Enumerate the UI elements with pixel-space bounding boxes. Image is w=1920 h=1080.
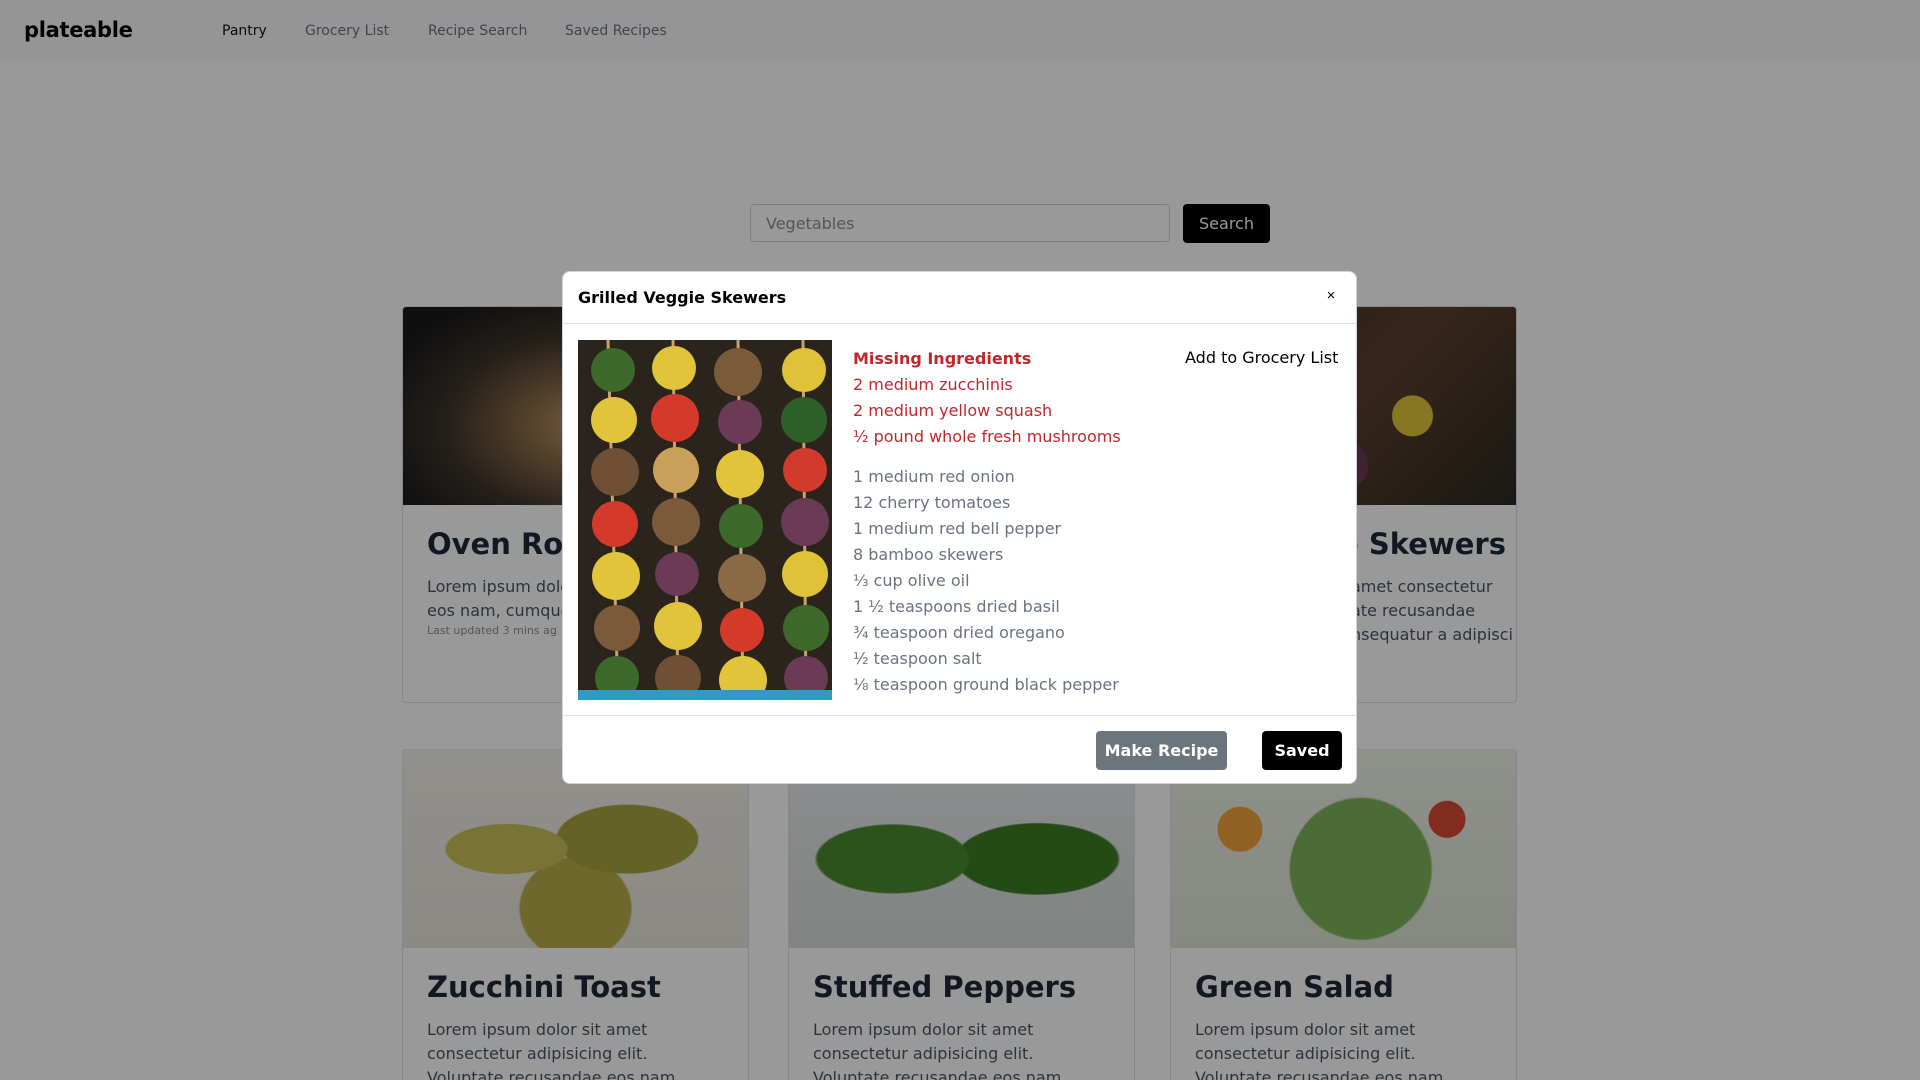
modal-footer: Make Recipe Saved — [563, 715, 1356, 783]
modal-body: Missing Ingredients 2 medium zucchinis 2… — [563, 324, 1356, 718]
missing-ingredient-item: 2 medium yellow squash — [853, 401, 1053, 420]
recipe-image — [578, 340, 832, 700]
veggie-skewers-photo — [578, 340, 832, 700]
ingredient-item: ⅓ cup olive oil — [853, 571, 970, 590]
ingredient-item: 1 medium red bell pepper — [853, 519, 1062, 538]
modal-header: Grilled Veggie Skewers × — [563, 272, 1356, 324]
make-recipe-button[interactable]: Make Recipe — [1096, 731, 1227, 770]
missing-ingredient-item: ½ pound whole fresh mushrooms — [853, 427, 1121, 446]
ingredients-list: Missing Ingredients 2 medium zucchinis 2… — [853, 346, 1193, 698]
ingredient-item: 8 bamboo skewers — [853, 545, 1004, 564]
ingredient-item: ½ teaspoon salt — [853, 649, 982, 668]
modal-title: Grilled Veggie Skewers — [578, 288, 787, 307]
close-icon[interactable]: × — [1322, 287, 1340, 305]
saved-button[interactable]: Saved — [1262, 731, 1342, 770]
available-ingredients: 1 medium red onion 12 cherry tomatoes 1 … — [853, 464, 1193, 698]
recipe-modal: Grilled Veggie Skewers × Missing Ingredi… — [562, 271, 1357, 784]
ingredient-item: 1 ½ teaspoons dried basil — [853, 597, 1060, 616]
add-to-grocery-list-button[interactable]: Add to Grocery List — [1185, 348, 1338, 367]
missing-ingredients-heading: Missing Ingredients — [853, 349, 1032, 368]
ingredient-item: 1 medium red onion — [853, 467, 1015, 486]
missing-ingredient-item: 2 medium zucchinis — [853, 375, 1013, 394]
ingredient-item: ¾ teaspoon dried oregano — [853, 623, 1065, 642]
ingredient-item: ⅛ teaspoon ground black pepper — [853, 675, 1119, 694]
ingredient-item: 12 cherry tomatoes — [853, 493, 1011, 512]
